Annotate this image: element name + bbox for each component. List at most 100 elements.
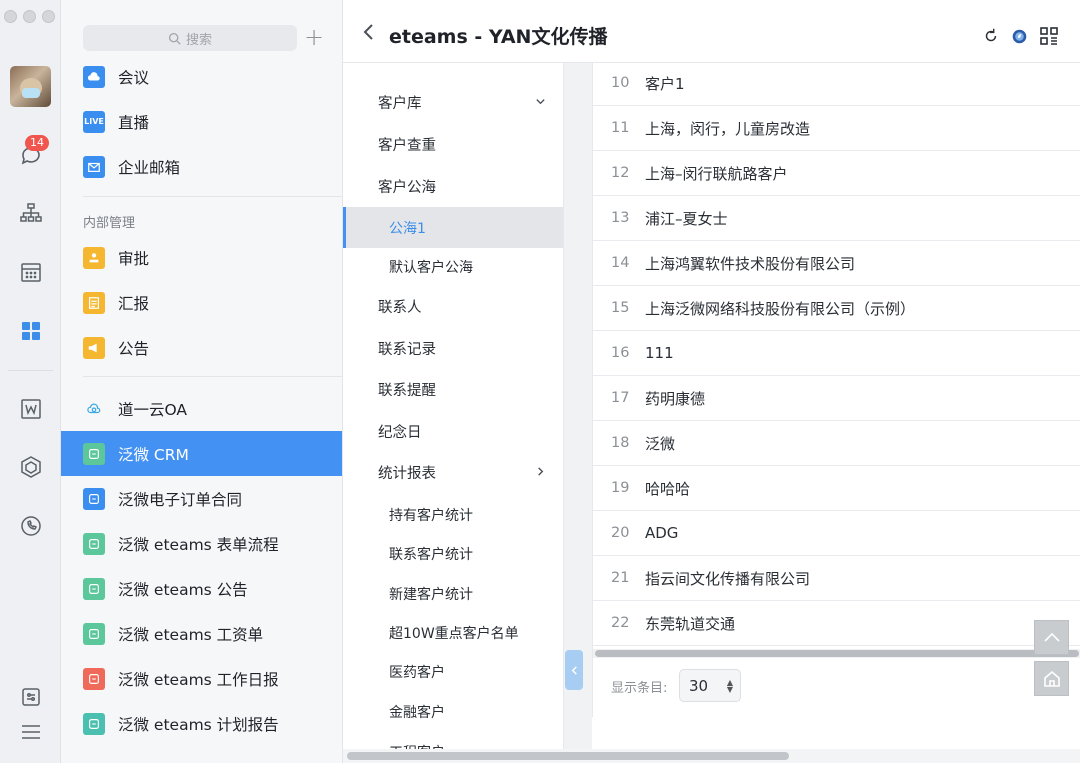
app-item[interactable]: 审批 (61, 235, 342, 280)
customer-name[interactable]: 浦江–夏女士 (645, 208, 728, 229)
compass-icon[interactable] (1009, 26, 1029, 46)
submenu-subitem[interactable]: 持有客户统计 (343, 494, 563, 535)
app-item[interactable]: 泛微 eteams 公告 (61, 566, 342, 611)
phone-icon[interactable] (17, 512, 44, 539)
app-item-label: 直播 (118, 113, 150, 132)
customer-name[interactable]: 上海–闵行联航路客户 (645, 163, 788, 184)
customer-name[interactable]: 东莞轨道交通 (645, 613, 735, 634)
app-item[interactable]: 会议 (61, 54, 342, 99)
submenu-subitem[interactable]: 新建客户统计 (343, 573, 563, 614)
main-horizontal-scrollbar[interactable] (343, 749, 1080, 763)
customer-name[interactable]: 上海鸿翼软件技术股份有限公司 (645, 253, 855, 274)
submenu-subitem[interactable]: 医药客户 (343, 651, 563, 692)
mail-icon (83, 155, 105, 178)
customer-name[interactable]: 哈哈哈 (645, 478, 690, 499)
scroll-top-button[interactable] (1034, 620, 1069, 655)
submenu-item-label: 统计报表 (378, 466, 436, 482)
app-item[interactable]: 泛微电子订单合同 (61, 476, 342, 521)
table-row[interactable]: 11 上海，闵行，儿童房改造 (593, 106, 1080, 151)
window-close-button[interactable] (4, 10, 17, 23)
row-number: 12 (611, 165, 630, 181)
announce-icon (83, 336, 105, 359)
submenu-subitem[interactable]: 公海1 (343, 207, 563, 248)
customer-name[interactable]: 指云间文化传播有限公司 (645, 568, 810, 589)
submenu-item[interactable]: 联系提醒 (343, 369, 563, 410)
app-item-label: 泛微 eteams 工作日报 (118, 670, 279, 689)
submenu-item[interactable]: 客户公海 (343, 166, 563, 207)
submenu-item[interactable]: 联系人 (343, 286, 563, 327)
settings-icon[interactable] (17, 683, 44, 710)
app-item[interactable]: 企业邮箱 (61, 144, 342, 189)
submenu-item[interactable]: 联系记录 (343, 328, 563, 369)
submenu-subitem[interactable]: 超10W重点客户名单 (343, 612, 563, 653)
app-item[interactable]: 泛微 eteams 工作日报 (61, 656, 342, 701)
window-zoom-button[interactable] (42, 10, 55, 23)
page-size-select[interactable]: 30 ▲ ▼ (679, 669, 741, 702)
submenu-item-label: 工程客户 (389, 742, 445, 750)
row-number: 13 (611, 210, 630, 226)
box-icon[interactable] (17, 453, 44, 480)
customer-name[interactable]: 上海泛微网络科技股份有限公司（示例） (645, 298, 915, 319)
table-row[interactable]: 10 客户1 (593, 63, 1080, 106)
table-row[interactable]: 12 上海–闵行联航路客户 (593, 151, 1080, 196)
eteams-announce-icon (83, 577, 105, 600)
customer-name[interactable]: 泛微 (645, 433, 675, 454)
table-row[interactable]: 19 哈哈哈 (593, 466, 1080, 511)
customer-name[interactable]: 药明康德 (645, 388, 705, 409)
submenu-item[interactable]: 纪念日 (343, 411, 563, 452)
submenu-item[interactable]: 客户库 (343, 82, 563, 123)
live-icon: LIVE (83, 110, 105, 133)
app-item[interactable]: LIVE 直播 (61, 99, 342, 144)
submenu-item[interactable]: 客户查重 (343, 124, 563, 165)
collapse-sidebar-button[interactable] (565, 650, 583, 690)
row-number: 17 (611, 390, 630, 406)
page-size-label: 显示条目: (611, 681, 668, 696)
home-button[interactable] (1034, 661, 1069, 696)
search-input[interactable]: 搜索 (83, 25, 297, 51)
grid-menu-icon[interactable] (1039, 26, 1059, 46)
table-row[interactable]: 18 泛微 (593, 421, 1080, 466)
table-row[interactable]: 14 上海鸿翼软件技术股份有限公司 (593, 241, 1080, 286)
window-title: eteams - YAN文化传播 (389, 26, 608, 48)
app-item[interactable]: 泛微 eteams 计划报告 (61, 701, 342, 746)
table-row[interactable]: 16 111 (593, 331, 1080, 376)
avatar[interactable] (10, 66, 51, 107)
table-row[interactable]: 15 上海泛微网络科技股份有限公司（示例） (593, 286, 1080, 331)
customer-name[interactable]: ADG (645, 524, 678, 542)
app-item[interactable]: 公告 (61, 325, 342, 370)
table-row[interactable]: 22 东莞轨道交通 (593, 601, 1080, 646)
calendar-icon[interactable] (17, 258, 44, 285)
customer-name[interactable]: 上海，闵行，儿童房改造 (645, 118, 810, 139)
app-item[interactable]: 道一云OA (61, 386, 342, 431)
app-item[interactable]: 泛微 CRM (61, 431, 342, 476)
word-doc-icon[interactable] (17, 395, 44, 422)
customer-name[interactable]: 客户1 (645, 73, 685, 94)
table-row[interactable]: 20 ADG (593, 511, 1080, 556)
table-row[interactable]: 21 指云间文化传播有限公司 (593, 556, 1080, 601)
apps-grid-icon[interactable] (17, 317, 44, 344)
add-button[interactable]: + (303, 25, 325, 49)
back-icon[interactable] (359, 22, 379, 42)
submenu-item-label: 默认客户公海 (389, 259, 473, 276)
window-minimize-button[interactable] (23, 10, 36, 23)
customer-name[interactable]: 111 (645, 344, 674, 362)
refresh-icon[interactable] (981, 26, 1001, 46)
app-item-label: 道一云OA (118, 400, 188, 419)
submenu-item[interactable]: 统计报表 (343, 452, 563, 493)
app-item[interactable]: 汇报 (61, 280, 342, 325)
org-chart-icon[interactable] (17, 199, 44, 226)
table-horizontal-scrollbar[interactable] (593, 649, 1080, 658)
submenu-subitem[interactable]: 工程客户 (343, 731, 563, 750)
app-item[interactable]: 泛微 eteams 表单流程 (61, 521, 342, 566)
app-item-label: 泛微 eteams 工资单 (118, 625, 264, 644)
cloud-oa-icon (83, 398, 105, 420)
list-divider (83, 196, 342, 197)
menu-icon[interactable] (17, 718, 44, 745)
submenu-subitem[interactable]: 默认客户公海 (343, 246, 563, 287)
chevron-up-icon (1043, 632, 1060, 642)
submenu-subitem[interactable]: 联系客户统计 (343, 533, 563, 574)
table-row[interactable]: 13 浦江–夏女士 (593, 196, 1080, 241)
submenu-subitem[interactable]: 金融客户 (343, 691, 563, 732)
table-row[interactable]: 17 药明康德 (593, 376, 1080, 421)
app-item[interactable]: 泛微 eteams 工资单 (61, 611, 342, 656)
